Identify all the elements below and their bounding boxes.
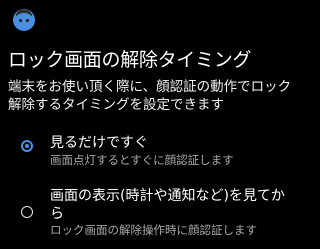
page-description: 端末をお使い頂く際に、顔認証の動作でロック解除するタイミングを設定できます bbox=[8, 79, 292, 113]
option-subtitle: ロック画面の解除操作時に顔認証します bbox=[50, 223, 257, 237]
option-look-to-unlock[interactable]: 見るだけですぐ 画面点灯するとすぐに顔認証します bbox=[0, 134, 296, 168]
radio-button-unselected[interactable] bbox=[21, 206, 33, 218]
option-after-viewing-screen[interactable]: 画面の表示(時計や通知など)を見てから ロック画面の解除操作時に顔認証します bbox=[0, 187, 296, 249]
option-title: 画面の表示(時計や通知など)を見てから bbox=[50, 188, 285, 222]
option-subtitle: 画面点灯するとすぐに顔認証します bbox=[50, 153, 234, 167]
radio-button-selected[interactable] bbox=[21, 140, 33, 152]
face-icon bbox=[12, 8, 36, 32]
option-title: 見るだけですぐ bbox=[50, 135, 148, 151]
page-title: ロック画面の解除タイミング bbox=[8, 49, 252, 71]
